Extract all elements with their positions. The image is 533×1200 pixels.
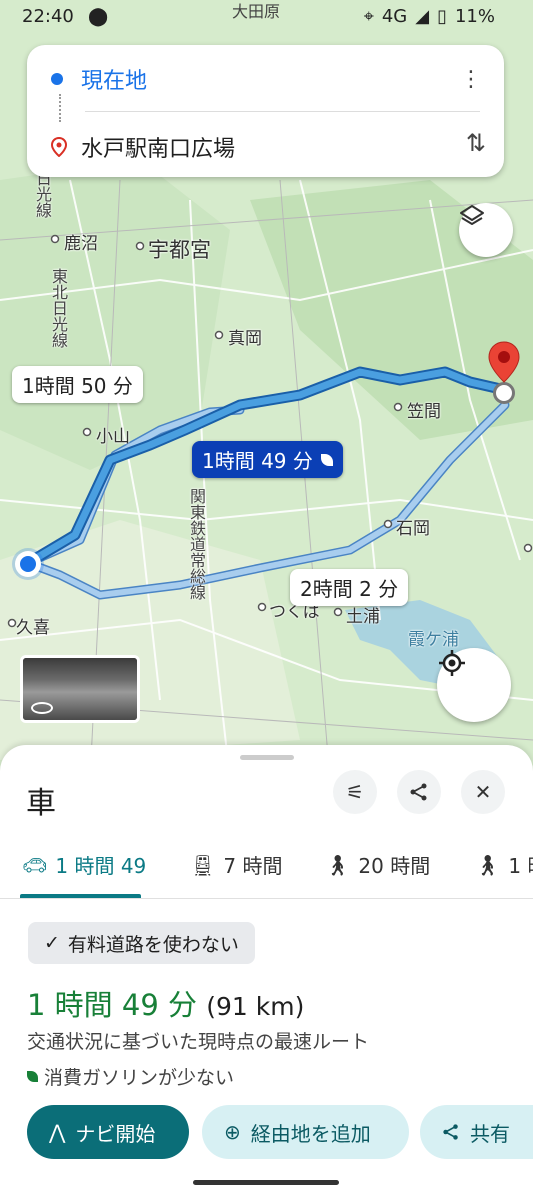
street-view-rotate-icon	[31, 702, 53, 714]
map-label-oyama: 小山	[96, 427, 130, 447]
route-options-button[interactable]: ⚟	[333, 770, 377, 814]
tab-walk[interactable]: 🚶︎ 20 時間	[325, 850, 430, 879]
share-icon	[443, 1124, 458, 1140]
street-view-thumbnail[interactable]	[20, 655, 140, 723]
eco-label: 消費ガソリンが少ない	[44, 1067, 235, 1089]
destination-text: 水戸駅南口広場	[81, 137, 236, 162]
sheet-drag-handle[interactable]	[240, 755, 294, 760]
system-gesture-bar[interactable]	[193, 1180, 339, 1185]
check-icon: ✓	[44, 932, 60, 954]
car-icon: 🚗︎	[22, 852, 48, 877]
layers-button[interactable]	[459, 203, 513, 257]
map-label-tohoku-line: 東北日光線	[49, 268, 68, 348]
train-icon: 🚆︎	[190, 852, 216, 877]
avoid-tolls-chip[interactable]: ✓ 有料道路を使わない	[28, 922, 255, 964]
battery-level: 11%	[454, 6, 495, 27]
travel-mode-tabs: 🚗︎ 1 時間 49 🚆︎ 7 時間 🚶︎ 20 時間 🚶︎ 1 時	[0, 840, 533, 899]
walk-icon: 🚶︎	[325, 852, 351, 877]
add-stop-label: 経由地を追加	[250, 1121, 371, 1146]
map-label-nikko-line: 日光線	[33, 170, 52, 218]
map-label-kanto-line: 関東鉄道常総線	[187, 488, 206, 600]
tab-walk-label: 20 時間	[358, 854, 431, 878]
tune-icon: ⚟	[346, 780, 364, 804]
destination-pin-icon[interactable]	[487, 340, 521, 384]
map-label-kasumigaura: 霞ケ浦	[408, 630, 459, 650]
transit-icon: 🚶︎	[475, 852, 501, 877]
share-button[interactable]: 共有	[420, 1105, 533, 1159]
eco-note: 消費ガソリンが少ない	[27, 1063, 234, 1090]
route-connector-dots	[59, 94, 63, 122]
location-status-icon: ⬤	[88, 6, 109, 27]
directions-sheet: 車 ⚟ ✕ 🚗︎ 1 時間 49 🚆︎ 7 時間 🚶︎ 20 時間 🚶︎ 1 時	[0, 745, 533, 1200]
tab-transit-label: 1 時	[508, 854, 533, 878]
search-divider	[85, 111, 480, 112]
close-button[interactable]: ✕	[461, 770, 505, 814]
destination-field[interactable]: 水戸駅南口広場	[51, 131, 235, 163]
tab-car-label: 1 時間 49	[55, 854, 147, 878]
start-navigation-label: ナビ開始	[75, 1121, 156, 1146]
route-bubble-alt1[interactable]: 1時間 50 分	[12, 366, 143, 403]
tab-train-label: 7 時間	[223, 854, 283, 878]
route-distance: (91 km)	[206, 992, 305, 1021]
network-type: 4G	[381, 6, 408, 27]
start-navigation-button[interactable]: ⋀ ナビ開始	[27, 1105, 189, 1159]
active-tab-indicator	[20, 894, 141, 898]
map-label-ishioka: 石岡	[396, 519, 430, 539]
route-summary: 1 時間 49 分 (91 km)	[27, 982, 304, 1024]
share-label: 共有	[470, 1121, 510, 1146]
my-location-icon	[439, 650, 465, 676]
my-location-button[interactable]	[437, 648, 511, 722]
share-route-button[interactable]	[397, 770, 441, 814]
signal-icon: ◢	[415, 6, 430, 27]
origin-text: 現在地	[81, 69, 148, 94]
tab-transit[interactable]: 🚶︎ 1 時	[475, 850, 533, 879]
location-icon: ⌖	[363, 6, 374, 27]
route-description: 交通状況に基づいた現時点の最速ルート	[27, 1031, 370, 1053]
origin-marker-dot	[20, 556, 36, 572]
origin-dot-icon	[51, 73, 63, 85]
route-bubble-selected-label: 1時間 49 分	[202, 449, 313, 473]
more-options-icon[interactable]: ⋮	[460, 67, 482, 92]
route-duration: 1 時間 49 分	[27, 988, 198, 1022]
status-time: 22:40	[22, 6, 74, 27]
add-location-icon: ⊕	[224, 1120, 241, 1144]
close-icon: ✕	[474, 780, 492, 804]
swap-icon[interactable]: ⇅	[466, 129, 486, 157]
route-bubble-alt2[interactable]: 2時間 2 分	[290, 569, 409, 606]
leaf-icon	[27, 1071, 38, 1082]
layers-icon	[460, 205, 484, 225]
map-label-utsunomiya: 宇都宮	[148, 238, 211, 262]
map-label-kasama: 笠間	[407, 402, 441, 422]
add-stop-button[interactable]: ⊕ 経由地を追加	[202, 1105, 409, 1159]
map-label-kanuma: 鹿沼	[64, 234, 98, 254]
directions-card: 現在地 水戸駅南口広場 ⋮ ⇅	[27, 45, 504, 177]
map-label-mooka: 真岡	[228, 329, 262, 349]
sheet-title: 車	[26, 786, 56, 821]
share-icon	[410, 783, 427, 801]
tab-car[interactable]: 🚗︎ 1 時間 49	[22, 850, 146, 879]
navigation-icon: ⋀	[49, 1120, 66, 1144]
map-label-otawara: 大田原	[232, 2, 281, 21]
battery-icon: ▯	[437, 6, 447, 27]
avoid-tolls-label: 有料道路を使わない	[67, 933, 239, 956]
map-label-kuki: 久喜	[16, 618, 50, 638]
destination-pin-outline-icon	[51, 137, 67, 157]
route-bubble-selected[interactable]: 1時間 49 分	[192, 441, 343, 478]
destination-ring	[493, 382, 515, 404]
origin-field[interactable]: 現在地	[51, 63, 147, 95]
leaf-icon	[320, 453, 333, 466]
status-bar: 22:40 ⬤ 大田原 ⌖ 4G ◢ ▯ 11%	[0, 0, 533, 34]
tab-train[interactable]: 🚆︎ 7 時間	[190, 850, 282, 879]
